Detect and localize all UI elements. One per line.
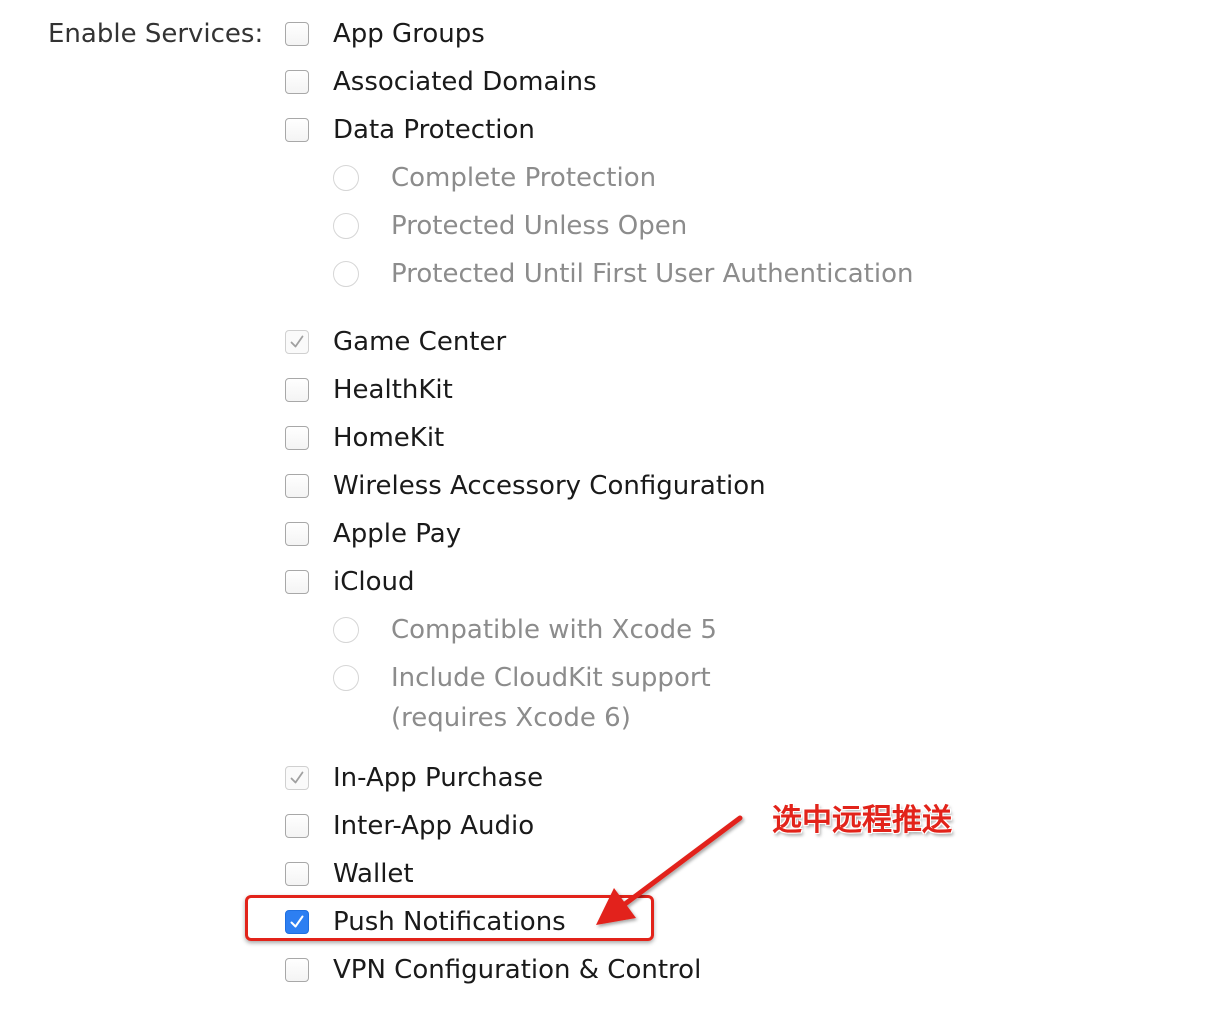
service-icloud[interactable]: iCloud [285,562,415,602]
radio-button[interactable] [333,261,359,287]
service-app-groups[interactable]: App Groups [285,14,485,54]
annotation-label: 选中远程推送 [772,803,952,838]
option-label: Protected Until First User Authenticatio… [391,259,914,289]
annotation-arrow-icon [596,815,743,925]
service-label: Data Protection [333,115,535,145]
checkbox[interactable] [285,814,309,838]
enable-services-label: Enable Services: [48,19,264,49]
checkbox[interactable] [285,958,309,982]
service-label: Wallet [333,859,414,889]
service-wireless-accessory-configuration[interactable]: Wireless Accessory Configuration [285,466,766,506]
service-label: Apple Pay [333,519,462,549]
checkbox-checked-disabled[interactable] [285,330,309,354]
option-label: Protected Unless Open [391,211,688,241]
radio-button[interactable] [333,617,359,643]
option-label: Compatible with Xcode 5 [391,615,717,645]
checkbox[interactable] [285,70,309,94]
service-data-protection[interactable]: Data Protection [285,110,535,150]
data-protection-option-first-auth[interactable]: Protected Until First User Authenticatio… [333,254,913,294]
service-homekit[interactable]: HomeKit [285,418,444,458]
service-inter-app-audio[interactable]: Inter-App Audio [285,806,534,846]
service-label: iCloud [333,567,415,597]
checkbox[interactable] [285,426,309,450]
service-label: VPN Configuration & Control [333,955,702,985]
service-apple-pay[interactable]: Apple Pay [285,514,461,554]
radio-button[interactable] [333,665,359,691]
service-associated-domains[interactable]: Associated Domains [285,62,597,102]
option-label: Include CloudKit support [391,663,711,693]
option-label: Complete Protection [391,163,657,193]
checkbox[interactable] [285,522,309,546]
service-game-center[interactable]: Game Center [285,322,506,362]
service-label: HealthKit [333,375,453,405]
checkbox[interactable] [285,474,309,498]
data-protection-option-complete[interactable]: Complete Protection [333,158,656,198]
checkbox[interactable] [285,570,309,594]
checkbox[interactable] [285,378,309,402]
service-label: In-App Purchase [333,763,544,793]
service-label: Inter-App Audio [333,811,535,841]
service-label: HomeKit [333,423,445,453]
service-label: App Groups [333,19,485,49]
icloud-option-xcode5[interactable]: Compatible with Xcode 5 [333,610,717,650]
service-wallet[interactable]: Wallet [285,854,414,894]
checkbox[interactable] [285,862,309,886]
service-label: Associated Domains [333,67,597,97]
service-in-app-purchase[interactable]: In-App Purchase [285,758,543,798]
service-vpn-configuration-control[interactable]: VPN Configuration & Control [285,950,701,990]
checkbox-checked-disabled[interactable] [285,766,309,790]
radio-button[interactable] [333,213,359,239]
icloud-option-cloudkit[interactable]: Include CloudKit support [333,658,711,698]
icloud-option-note: (requires Xcode 6) [391,703,631,733]
checkmark-icon [290,335,304,348]
checkbox[interactable] [285,22,309,46]
checkmark-icon [290,771,304,784]
data-protection-option-unless-open[interactable]: Protected Unless Open [333,206,687,246]
radio-button[interactable] [333,165,359,191]
checkbox[interactable] [285,118,309,142]
service-label: Game Center [333,327,507,357]
service-label: Wireless Accessory Configuration [333,471,766,501]
service-healthkit[interactable]: HealthKit [285,370,453,410]
highlight-box [245,895,654,941]
